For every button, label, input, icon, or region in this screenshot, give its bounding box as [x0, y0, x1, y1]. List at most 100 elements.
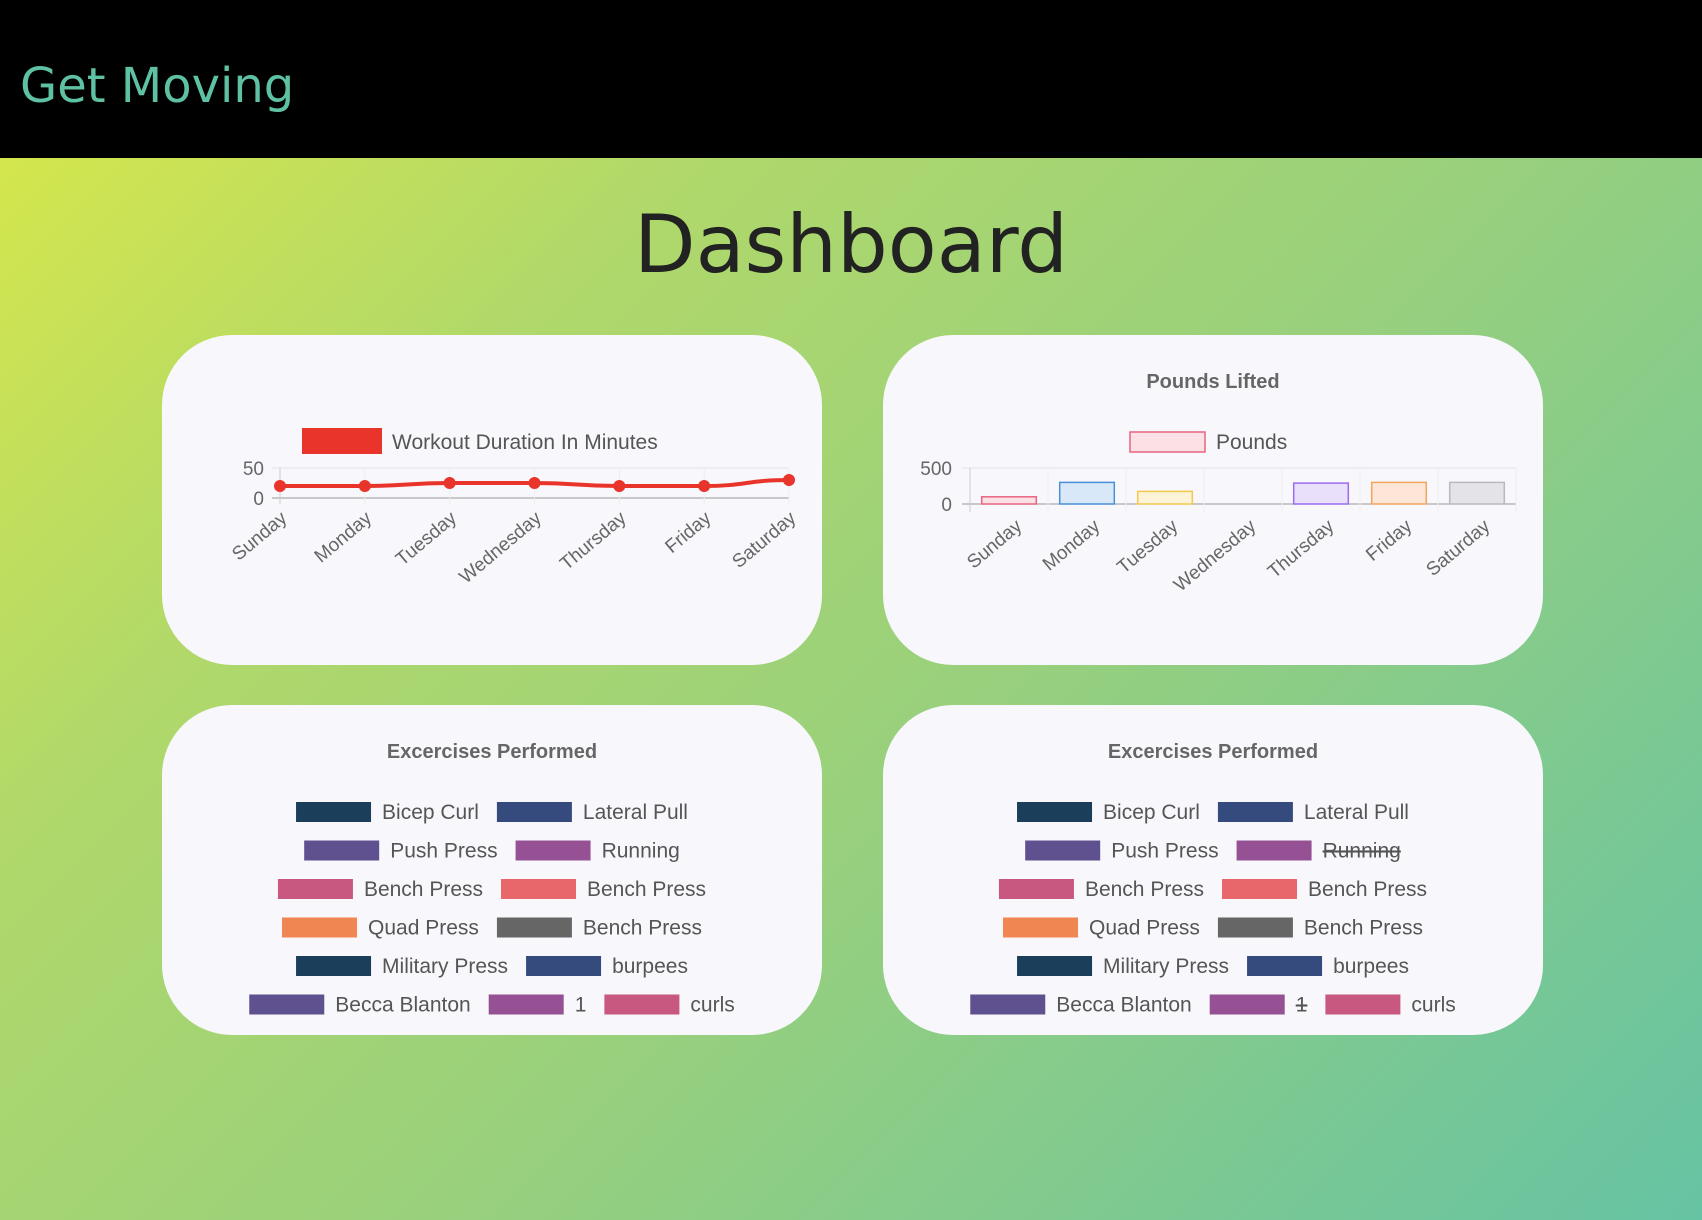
legend-label: Bench Press: [587, 878, 706, 901]
legend-label: Running: [1323, 840, 1401, 863]
legend-swatch[interactable]: [1247, 956, 1323, 976]
legend-swatch[interactable]: [970, 994, 1046, 1015]
exercises-performed-chart-filtered: Excercises Performed Bicep Curl Lateral Pu…: [970, 741, 1456, 1017]
legend-label: burpees: [1333, 955, 1409, 978]
legend-swatch[interactable]: [501, 879, 576, 899]
bar[interactable]: [1292, 482, 1350, 505]
legend-label: Bench Press: [583, 917, 702, 940]
legend-swatch[interactable]: [277, 879, 353, 899]
legend-label: Military Press: [1103, 955, 1229, 978]
legend-swatch[interactable]: [282, 917, 358, 938]
y-tick-label: 0: [941, 495, 952, 516]
data-point[interactable]: [528, 477, 541, 489]
legend-swatch[interactable]: [1209, 994, 1285, 1015]
y-tick-label: 500: [920, 459, 952, 480]
legend-label: 1: [1296, 994, 1308, 1017]
exercises-performed-chart: Excercises Performed Bicep Curl Lateral Pu…: [249, 741, 735, 1017]
legend-label: Bicep Curl: [1103, 801, 1200, 824]
x-tick-label: Sunday: [963, 515, 1026, 573]
x-tick-label: Monday: [311, 507, 377, 567]
legend-label: Bicep Curl: [382, 801, 479, 824]
legend-label: Quad Press: [368, 917, 479, 940]
bar[interactable]: [1136, 490, 1194, 505]
legend-swatch[interactable]: [496, 802, 572, 822]
x-tick-label: Saturday: [728, 507, 800, 572]
workout-duration-chart: Workout Duration In MinutesSunday Monday T…: [228, 428, 801, 588]
legend-swatch[interactable]: [1222, 879, 1297, 899]
x-tick-label: Tuesday: [392, 507, 461, 570]
legend-label: Bench Press: [1085, 878, 1204, 901]
pounds-lifted-card: Pounds Lifted Pounds 500 0 Sunday Monday Tuesd…: [883, 335, 1543, 665]
legend-label: Bench Press: [1308, 878, 1427, 901]
legend-swatch[interactable]: [249, 994, 325, 1015]
x-tick-label: Sunday: [228, 507, 291, 565]
x-tick-label: Wednesday: [1170, 515, 1260, 596]
legend-label: Workout Duration In Minutes: [392, 431, 658, 454]
legend-label: burpees: [612, 955, 688, 978]
chart-title: Excercises Performed: [387, 741, 597, 763]
data-point[interactable]: [358, 480, 371, 492]
legend-label: Running: [602, 840, 680, 863]
legend-label: curls: [1411, 994, 1455, 1017]
legend-swatch[interactable]: [496, 917, 572, 938]
page-title: Dashboard: [633, 198, 1069, 291]
legend-swatch[interactable]: [488, 994, 564, 1015]
legend-swatch[interactable]: [604, 994, 680, 1015]
data-point[interactable]: [698, 480, 711, 492]
legend-swatch[interactable]: [296, 802, 372, 822]
brand-link[interactable]: Get Moving: [20, 58, 294, 114]
legend-label: curls: [690, 994, 734, 1017]
data-point[interactable]: [443, 477, 456, 489]
legend-swatch[interactable]: [1017, 956, 1093, 976]
legend-swatch[interactable]: [296, 956, 372, 976]
legend-label: 1: [575, 994, 587, 1017]
y-tick-label: 0: [253, 489, 264, 510]
bar[interactable]: [980, 496, 1038, 505]
legend-label: Bench Press: [364, 878, 483, 901]
x-tick-label: Tuesday: [1113, 515, 1182, 578]
legend-label: Push Press: [1111, 840, 1218, 863]
legend-label: Push Press: [390, 840, 497, 863]
legend-swatch[interactable]: [998, 879, 1074, 899]
bar[interactable]: [1058, 481, 1116, 505]
workout-duration-card: Workout Duration In Minutes Sunday Monday T…: [162, 335, 822, 665]
x-tick-label: Saturday: [1422, 515, 1494, 580]
data-point[interactable]: [783, 474, 795, 486]
legend-swatch[interactable]: [304, 840, 380, 861]
legend-label: Lateral Pull: [1304, 801, 1409, 824]
legend-swatch[interactable]: [302, 428, 382, 454]
main-content: Dashboard Workout Duration In Minutes Sun…: [0, 158, 1702, 1220]
legend-swatch[interactable]: [515, 840, 591, 861]
legend-swatch[interactable]: [1325, 994, 1401, 1015]
exercises-performed-card: Excercises Performed Bicep Curl Lateral Pu…: [162, 705, 822, 1035]
x-tick-label: Friday: [661, 507, 715, 557]
data-point[interactable]: [613, 480, 626, 492]
data-point[interactable]: [274, 480, 286, 492]
pounds-lifted-chart: Pounds Lifted Pounds 500 0 Sunday Monday Tuesd…: [920, 371, 1517, 596]
x-tick-label: Wednesday: [456, 507, 546, 588]
legend-swatch[interactable]: [526, 956, 602, 976]
legend-label: Quad Press: [1089, 917, 1200, 940]
chart-title: Pounds Lifted: [1146, 371, 1279, 393]
legend-swatch[interactable]: [1217, 802, 1293, 822]
legend-label: Becca Blanton: [1056, 994, 1191, 1017]
legend-swatch[interactable]: [1129, 431, 1206, 453]
legend-swatch[interactable]: [1236, 840, 1312, 861]
x-tick-label: Thursday: [1264, 515, 1339, 582]
chart-title: Excercises Performed: [1108, 741, 1318, 763]
legend-label: Becca Blanton: [335, 994, 470, 1017]
legend-swatch[interactable]: [1017, 802, 1093, 822]
legend-label: Bench Press: [1304, 917, 1423, 940]
bar[interactable]: [1448, 481, 1506, 505]
bar[interactable]: [1370, 481, 1428, 505]
legend-swatch[interactable]: [1217, 917, 1293, 938]
y-tick-label: 50: [243, 459, 264, 480]
legend-swatch[interactable]: [1003, 917, 1079, 938]
legend-label: Pounds: [1216, 431, 1287, 454]
exercises-performed-card-filtered: Excercises Performed Bicep Curl Lateral Pu…: [883, 705, 1543, 1035]
legend-label: Lateral Pull: [583, 801, 688, 824]
x-tick-label: Friday: [1362, 515, 1416, 565]
x-tick-label: Thursday: [556, 507, 631, 574]
legend-swatch[interactable]: [1025, 840, 1101, 861]
x-tick-label: Monday: [1039, 515, 1105, 575]
